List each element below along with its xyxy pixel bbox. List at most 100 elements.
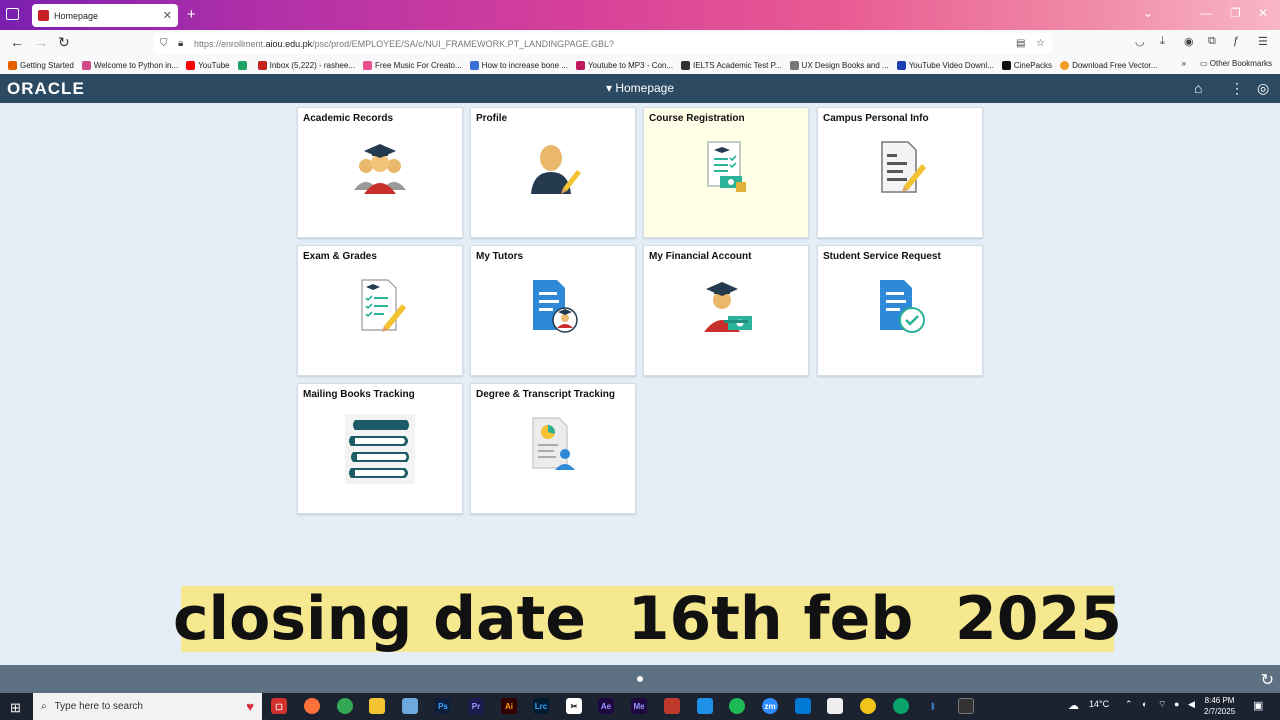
bookmark-favicon-icon [575, 60, 585, 70]
page-indicator-dot[interactable] [637, 676, 643, 682]
lightroom-icon[interactable]: Lrc [533, 698, 549, 714]
bookmark-item[interactable]: Inbox (5,222) - rashee... [257, 60, 355, 70]
url-bar[interactable]: ⛉ 🔒︎ https://enrollment. aiou.edu.pk/psc/… [154, 33, 1052, 54]
weather-temp[interactable]: 14°C [1089, 699, 1109, 709]
windows-taskbar: ⊞ ⌕ Type here to search ♥ ▢ Ps Pr Ai Lrc… [0, 693, 1280, 720]
bookmark-star-icon[interactable]: ☆ [1036, 38, 1045, 49]
photoshop-icon[interactable]: Ps [435, 698, 451, 714]
bookmark-item[interactable]: Download Free Vector... [1060, 60, 1157, 70]
bookmark-item[interactable]: Welcome to Python in... [81, 60, 178, 70]
bookmark-item[interactable] [237, 60, 250, 70]
bookmark-item[interactable]: Free Music For Creato... [362, 60, 462, 70]
close-window-icon[interactable]: ✕ [1258, 6, 1268, 20]
bookmark-favicon-icon [362, 60, 372, 70]
app-icon[interactable] [664, 698, 680, 714]
bookmark-item[interactable]: Youtube to MP3 - Con... [575, 60, 673, 70]
capcut-icon[interactable]: ✂ [566, 698, 582, 714]
bookmark-favicon-icon [1001, 60, 1011, 70]
bookmark-item[interactable]: IELTS Academic Test P... [681, 60, 782, 70]
bookmark-item[interactable]: UX Design Books and ... [789, 60, 889, 70]
volume-icon[interactable]: ◀ [1188, 699, 1195, 710]
app-icon[interactable] [860, 698, 876, 714]
forward-icon[interactable]: → [34, 34, 48, 50]
tile-profile[interactable]: Profile [470, 107, 636, 238]
transcript-user-icon [532, 417, 575, 470]
premiere-icon[interactable]: Pr [468, 698, 484, 714]
download-icon[interactable]: ⤓ [1160, 35, 1165, 48]
windows-start-icon[interactable]: ⊞ [10, 700, 21, 716]
edge-icon[interactable] [893, 698, 909, 714]
pocket-icon[interactable]: ◡ [1135, 35, 1145, 48]
notes-icon[interactable] [402, 698, 418, 714]
back-icon[interactable]: ← [10, 34, 24, 50]
restore-icon[interactable]: ❐ [1230, 6, 1241, 20]
media-encoder-icon[interactable]: Me [631, 698, 647, 714]
tab-close-icon[interactable]: ✕ [163, 9, 172, 22]
clock-date: 2/7/2025 [1204, 707, 1236, 716]
oracle-header: ORACLE ▾ Homepage ⌂ ⋮ ◎ [0, 74, 1280, 103]
tutor-document-icon [533, 280, 578, 333]
tab-list-icon[interactable] [6, 8, 19, 20]
zoom-icon[interactable]: zm [762, 698, 778, 714]
chrome-icon[interactable] [337, 698, 353, 714]
tile-degree-transcript-tracking[interactable]: Degree & Transcript Tracking [470, 383, 636, 514]
script-extension-icon[interactable]: ƒ [1233, 35, 1239, 47]
browser-tab[interactable]: Homepage ✕ [32, 4, 178, 27]
firefox-icon[interactable] [304, 698, 320, 714]
tile-academic-records[interactable]: Academic Records [297, 107, 463, 238]
minimize-icon[interactable]: — [1200, 6, 1212, 20]
notifications-icon[interactable]: ▣ [1253, 699, 1263, 712]
file-explorer-icon[interactable] [369, 698, 385, 714]
bluetooth-icon[interactable]: ᛒ [925, 698, 941, 714]
actions-menu-icon[interactable]: ⋮ [1230, 80, 1244, 97]
tab-overflow-chevron-icon[interactable]: ⌄ [1143, 6, 1153, 20]
tile-exam-grades[interactable]: Exam & Grades [297, 245, 463, 376]
microphone-icon[interactable]: ● [1174, 699, 1179, 709]
bookmark-favicon-icon [789, 60, 799, 70]
other-bookmarks[interactable]: » ▭ Other Bookmarks [1182, 59, 1272, 68]
tile-course-registration[interactable]: Course Registration [643, 107, 809, 238]
graduate-group-icon [354, 144, 406, 194]
app-icon[interactable] [958, 698, 974, 714]
extensions-icon[interactable]: ⧉ [1208, 35, 1216, 48]
taskbar-clock[interactable]: 8:46 PM 2/7/2025 [1204, 695, 1235, 717]
tile-my-tutors[interactable]: My Tutors [470, 245, 636, 376]
tray-app-icon[interactable]: ◐ [1142, 699, 1147, 709]
reader-view-icon[interactable]: ▤ [1016, 38, 1025, 49]
registration-form-icon [707, 141, 746, 192]
reload-icon[interactable]: ↻ [58, 34, 70, 51]
gmail-icon [257, 60, 267, 70]
weather-cloud-icon[interactable]: ☁ [1068, 699, 1079, 712]
lock-icon[interactable]: 🔒︎ [178, 38, 183, 49]
illustrator-icon[interactable]: Ai [501, 698, 517, 714]
bookmark-item[interactable]: CinePacks [1001, 60, 1052, 70]
tile-my-financial-account[interactable]: My Financial Account [643, 245, 809, 376]
wifi-icon[interactable]: ⌔ [1158, 699, 1166, 710]
app-icon[interactable]: ▢ [271, 698, 287, 714]
menu-icon[interactable]: ☰ [1258, 35, 1268, 48]
bookmark-item[interactable]: YouTube Video Downl... [896, 60, 994, 70]
spotify-icon[interactable] [729, 698, 745, 714]
outlook-icon[interactable] [795, 698, 811, 714]
homepage-selector[interactable]: ▾ Homepage [0, 81, 1280, 95]
taskbar-search[interactable]: ⌕ Type here to search ♥ [33, 693, 262, 720]
bookmark-item[interactable]: How to increase bone ... [469, 60, 568, 70]
account-icon[interactable]: ◉ [1184, 35, 1194, 48]
vscode-icon[interactable] [697, 698, 713, 714]
tile-student-service-request[interactable]: Student Service Request [817, 245, 983, 376]
tray-chevron-up-icon[interactable]: ⌃ [1125, 699, 1133, 710]
clock-time: 8:46 PM [1204, 696, 1235, 705]
tile-campus-personal-info[interactable]: Campus Personal Info [817, 107, 983, 238]
request-approved-icon [880, 280, 925, 333]
bookmark-item[interactable]: YouTube [186, 60, 230, 70]
shield-icon[interactable]: ⛉ [160, 38, 168, 49]
bookmark-item[interactable]: Getting Started [8, 60, 74, 70]
navbar-compass-icon[interactable]: ◎ [1257, 80, 1269, 97]
tile-mailing-books-tracking[interactable]: Mailing Books Tracking [297, 383, 463, 514]
new-tab-button[interactable]: + [187, 6, 196, 23]
refresh-icon[interactable]: ↻ [1261, 670, 1274, 690]
store-icon[interactable] [827, 698, 843, 714]
bookmark-favicon-icon [469, 60, 479, 70]
after-effects-icon[interactable]: Ae [598, 698, 614, 714]
home-icon[interactable]: ⌂ [1194, 80, 1202, 96]
